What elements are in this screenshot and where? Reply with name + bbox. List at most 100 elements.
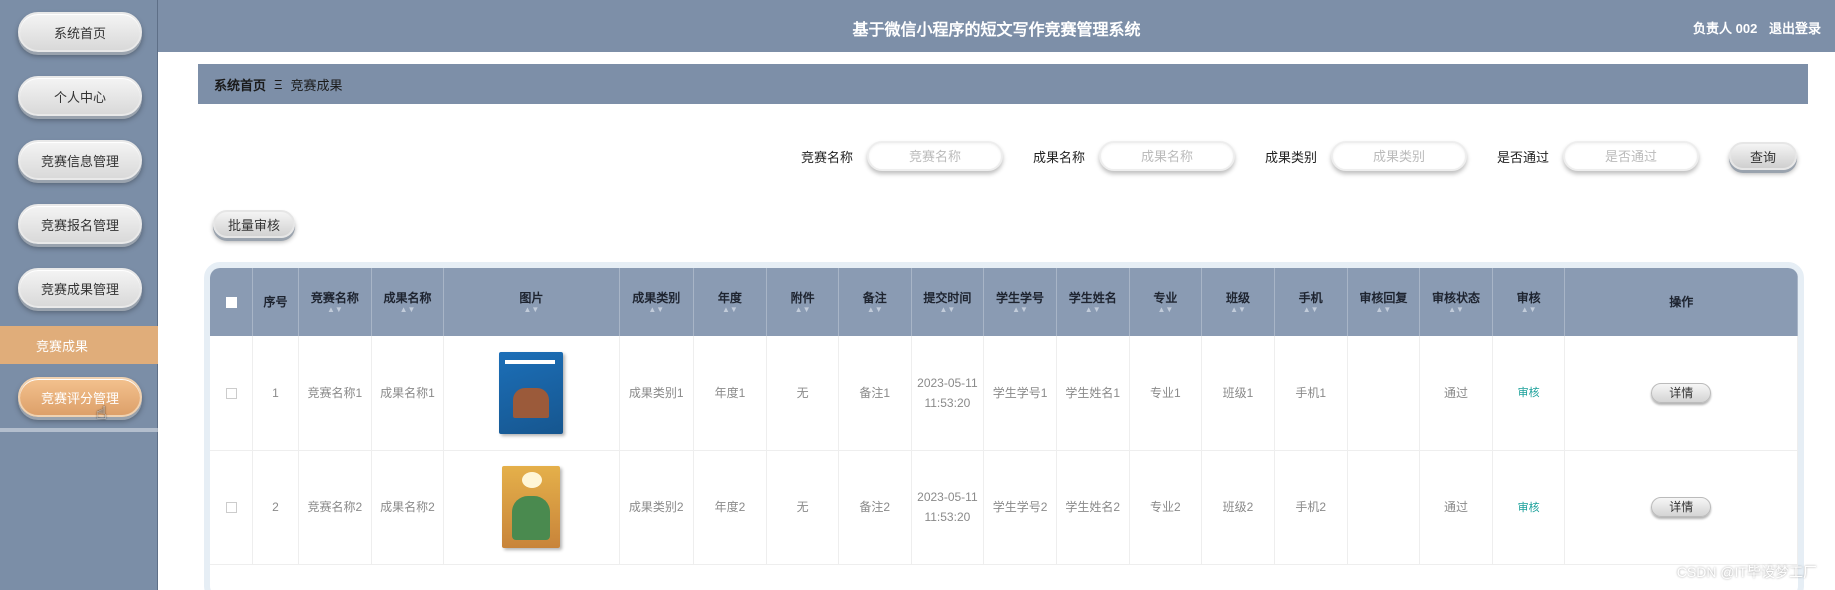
sort-icon: ▲▼ xyxy=(794,305,811,314)
cell-year: 年度1 xyxy=(693,336,768,451)
cell-reply xyxy=(1347,336,1421,451)
logout-link[interactable]: 退出登录 xyxy=(1769,21,1821,36)
sort-icon: ▲▼ xyxy=(1448,305,1464,314)
cell-note: 备注1 xyxy=(838,336,912,451)
cell-result: 成果名称1 xyxy=(371,336,444,451)
cell-student-no: 学生学号1 xyxy=(983,336,1057,451)
cell-phone: 手机2 xyxy=(1274,450,1348,565)
column-header[interactable]: 学生姓名 ▲▼ xyxy=(1056,268,1130,336)
sort-icon: ▲▼ xyxy=(1520,305,1537,314)
cell-attachment: 无 xyxy=(766,450,839,565)
cell-phone: 手机1 xyxy=(1274,336,1348,451)
book-cover-image[interactable] xyxy=(502,466,561,548)
sidebar-item-registration[interactable]: 竞赛报名管理 xyxy=(18,204,142,244)
sort-icon: ▲▼ xyxy=(523,305,540,314)
main-panel: 系统首页 Ξ 竞赛成果 竞赛名称 成果名称 成果类别 是否通过 查询 批量审核 … xyxy=(158,52,1835,590)
column-header[interactable]: 提交时间 ▲▼ xyxy=(911,268,985,336)
contest-name-input[interactable] xyxy=(866,141,1003,171)
batch-review-button[interactable]: 批量审核 xyxy=(213,210,295,238)
search-label-result: 成果名称 xyxy=(1032,149,1085,165)
sidebar-subitem-results[interactable]: 竞赛成果 xyxy=(0,326,158,364)
cell-image xyxy=(443,450,620,565)
column-header[interactable]: 图片 ▲▼ xyxy=(443,268,620,336)
sidebar-item-home[interactable]: 系统首页 xyxy=(18,12,142,52)
row-checkbox[interactable] xyxy=(225,502,237,514)
book-cover-image[interactable] xyxy=(499,351,564,434)
cell-class: 班级2 xyxy=(1201,450,1275,565)
sidebar-item-label: 个人中心 xyxy=(53,89,106,105)
sort-icon: ▲▼ xyxy=(1302,305,1319,314)
sidebar-subitem-label: 竞赛成果 xyxy=(36,338,89,354)
table-row: 2 竞赛名称2 成果名称2 成果类别2 年度2 无 备注2 2023-05-11… xyxy=(210,450,1798,565)
sidebar-item-label: 竞赛评分管理 xyxy=(40,390,119,406)
cell-major: 专业1 xyxy=(1129,336,1203,451)
detail-button[interactable]: 详情 xyxy=(1651,497,1712,517)
detail-button[interactable]: 详情 xyxy=(1651,382,1712,403)
cell-action: 详情 xyxy=(1564,336,1798,451)
passed-input[interactable] xyxy=(1563,141,1699,171)
cell-note: 备注2 xyxy=(838,450,912,565)
result-category-input[interactable] xyxy=(1330,141,1467,171)
top-bar: 基于微信小程序的短文写作竞赛管理系统 负责人 002 退出登录 xyxy=(158,0,1835,52)
results-table: 序号 竞赛名称 ▲▼ 成果名称 ▲▼ 图片 ▲▼ 成果类别 ▲▼ 年度 ▲▼ 附件 ▲▼ 备… xyxy=(204,262,1804,590)
watermark: CSDN @IT毕设梦工厂 xyxy=(1676,564,1817,580)
column-header[interactable]: 学生学号 ▲▼ xyxy=(983,268,1057,336)
column-header[interactable]: 审核回复 ▲▼ xyxy=(1347,268,1421,336)
search-form: 竞赛名称 成果名称 成果类别 是否通过 查询 xyxy=(801,140,1835,172)
cell-time: 2023-05-11 11:53:20 xyxy=(911,336,985,451)
cell-major: 专业2 xyxy=(1129,450,1203,565)
sort-icon: ▲▼ xyxy=(939,305,956,314)
sort-icon: ▲▼ xyxy=(648,305,665,314)
cell-category: 成果类别1 xyxy=(619,336,694,451)
row-checkbox[interactable] xyxy=(225,388,237,400)
sidebar-item-results[interactable]: 竞赛成果管理 xyxy=(18,268,142,308)
query-button[interactable]: 查询 xyxy=(1729,142,1797,170)
cell-contest: 竞赛名称1 xyxy=(298,336,373,451)
review-link[interactable]: 审核 xyxy=(1518,502,1540,514)
sort-icon: ▲▼ xyxy=(1230,305,1246,314)
column-header[interactable]: 班级 ▲▼ xyxy=(1201,268,1275,336)
cell-result: 成果名称2 xyxy=(371,450,444,565)
cell-student-name: 学生姓名2 xyxy=(1056,450,1130,565)
sidebar-item-scoring[interactable]: 竞赛评分管理 xyxy=(18,377,142,417)
sidebar-item-label: 竞赛信息管理 xyxy=(40,153,119,169)
column-header[interactable]: 成果类别 ▲▼ xyxy=(619,268,694,336)
review-link[interactable]: 审核 xyxy=(1518,387,1540,399)
column-header[interactable]: 附件 ▲▼ xyxy=(766,268,839,336)
column-header[interactable]: 专业 ▲▼ xyxy=(1129,268,1203,336)
breadcrumb-home[interactable]: 系统首页 xyxy=(214,75,266,94)
cell-student-name: 学生姓名1 xyxy=(1056,336,1130,451)
column-header[interactable]: 成果名称 ▲▼ xyxy=(371,268,444,336)
sidebar-item-contest-info[interactable]: 竞赛信息管理 xyxy=(18,140,142,180)
column-header[interactable]: 审核 ▲▼ xyxy=(1492,268,1566,336)
sidebar-item-profile[interactable]: 个人中心 xyxy=(18,76,142,116)
cell-time: 2023-05-11 11:53:20 xyxy=(911,450,985,565)
cell-category: 成果类别2 xyxy=(619,450,694,565)
column-header[interactable]: 备注 ▲▼ xyxy=(838,268,912,336)
column-header: 操作 xyxy=(1564,268,1798,336)
column-header[interactable]: 审核状态 ▲▼ xyxy=(1419,268,1493,336)
column-header[interactable]: 竞赛名称 ▲▼ xyxy=(298,268,373,336)
column-header[interactable]: 手机 ▲▼ xyxy=(1274,268,1348,336)
sidebar-item-label: 系统首页 xyxy=(53,25,106,41)
column-header[interactable]: 年度 ▲▼ xyxy=(693,268,768,336)
sort-icon: ▲▼ xyxy=(866,305,883,314)
breadcrumb: 系统首页 Ξ 竞赛成果 xyxy=(198,64,1808,104)
cell-contest: 竞赛名称2 xyxy=(298,450,373,565)
sort-icon: ▲▼ xyxy=(1157,305,1174,314)
sort-icon: ▲▼ xyxy=(1012,305,1028,314)
cell-index: 1 xyxy=(252,336,299,451)
cell-review: 审核 xyxy=(1492,336,1566,451)
sort-icon: ▲▼ xyxy=(326,305,343,314)
breadcrumb-separator-icon: Ξ xyxy=(274,76,283,92)
user-info: 负责人 002 退出登录 xyxy=(1685,18,1821,37)
app-title: 基于微信小程序的短文写作竞赛管理系统 xyxy=(852,22,1141,39)
result-name-input[interactable] xyxy=(1098,141,1235,171)
cell-action: 详情 xyxy=(1564,450,1798,565)
sort-icon: ▲▼ xyxy=(1084,305,1101,314)
select-all-checkbox[interactable] xyxy=(225,297,237,309)
select-all-cell[interactable] xyxy=(210,268,254,336)
cell-reply xyxy=(1347,450,1421,565)
sidebar: 系统首页 个人中心 竞赛信息管理 竞赛报名管理 竞赛成果管理 竞赛成果 竞赛评分… xyxy=(0,0,158,590)
cell-image xyxy=(443,336,620,451)
